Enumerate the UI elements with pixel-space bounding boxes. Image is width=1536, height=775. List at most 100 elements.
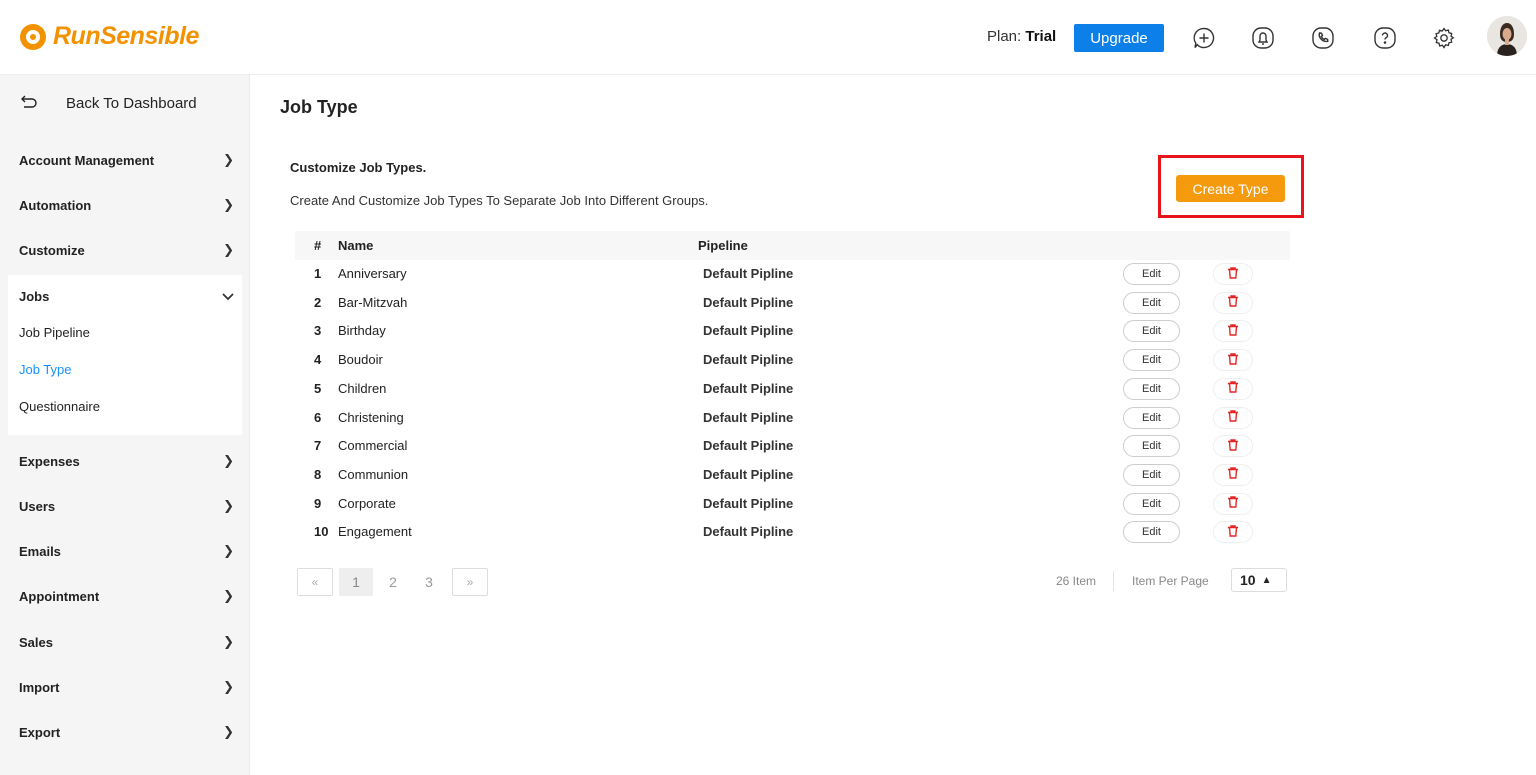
help-icon[interactable]	[1372, 25, 1398, 51]
row-pipeline: Default Pipline	[703, 466, 794, 482]
row-name: Commercial	[338, 438, 408, 454]
delete-button[interactable]	[1213, 263, 1253, 285]
chevron-right-icon: ❯	[223, 543, 234, 558]
trash-icon	[1226, 438, 1240, 455]
delete-button[interactable]	[1213, 349, 1253, 372]
sidebar-item-customize[interactable]: Customize ❯	[19, 240, 234, 260]
sidebar-item-account-management[interactable]: Account Management ❯	[19, 150, 234, 170]
page-title: Job Type	[280, 97, 358, 117]
edit-button[interactable]: Edit	[1123, 291, 1180, 314]
chevron-right-icon: ❯	[223, 679, 234, 694]
table-row: 7 Commercial Default Pipline Edit	[295, 432, 1290, 460]
sidebar-item-label: Users	[19, 498, 56, 514]
logo[interactable]: RunSensible	[20, 22, 199, 51]
sidebar-item-jobs[interactable]: Jobs	[19, 286, 234, 306]
delete-button[interactable]	[1213, 406, 1253, 429]
row-number: 1	[314, 266, 322, 281]
bell-icon[interactable]	[1250, 25, 1276, 51]
pagination-prev-button[interactable]: «	[297, 568, 333, 596]
edit-button[interactable]: Edit	[1123, 463, 1180, 486]
phone-icon[interactable]	[1310, 25, 1336, 51]
back-to-dashboard[interactable]: Back To Dashboard	[20, 93, 197, 113]
edit-button[interactable]: Edit	[1123, 492, 1180, 515]
avatar[interactable]	[1487, 16, 1527, 56]
table-row: 6 Christening Default Pipline Edit	[295, 404, 1290, 432]
add-icon[interactable]	[1191, 25, 1217, 51]
delete-button[interactable]	[1213, 377, 1253, 400]
delete-button[interactable]	[1213, 320, 1253, 343]
row-name: Communion	[338, 466, 409, 482]
delete-button[interactable]	[1213, 291, 1253, 314]
sidebar-item-label: Appointment	[19, 588, 100, 604]
sidebar-item-label: Customize	[19, 242, 85, 258]
logo-mark-icon	[20, 23, 46, 50]
chevron-down-icon	[222, 289, 234, 304]
row-pipeline: Default Pipline	[703, 524, 794, 540]
sidebar-item-emails[interactable]: Emails ❯	[19, 541, 234, 561]
trash-icon	[1226, 323, 1240, 340]
chevron-right-icon: ❯	[223, 453, 234, 468]
row-number: 8	[314, 466, 322, 482]
sidebar-subitem-job-type[interactable]: Job Type	[19, 362, 72, 377]
row-number: 4	[314, 352, 322, 368]
plan-value: Trial	[1025, 28, 1057, 45]
chevron-right-icon: ❯	[223, 724, 234, 739]
jobs-submenu: Jobs Job Pipeline Job Type Questionnaire	[8, 275, 242, 435]
table-row: 5 Children Default Pipline Edit	[295, 375, 1290, 403]
edit-button[interactable]: Edit	[1123, 521, 1180, 544]
sidebar-subitem-job-pipeline[interactable]: Job Pipeline	[19, 325, 90, 340]
create-type-button[interactable]: Create Type	[1176, 175, 1285, 202]
table-row: 10 Engagement Default Pipline Edit	[295, 518, 1290, 546]
back-arrow-icon	[20, 93, 38, 113]
upgrade-button[interactable]: Upgrade	[1074, 24, 1164, 52]
trash-icon	[1226, 495, 1240, 512]
items-per-page-select[interactable]: 10 ▲︎	[1231, 568, 1287, 592]
row-number: 9	[314, 495, 322, 511]
row-name: Anniversary	[338, 266, 407, 281]
chevron-right-icon: ❯	[223, 588, 234, 603]
row-pipeline: Default Pipline	[703, 323, 794, 339]
sidebar-item-appointment[interactable]: Appointment ❯	[19, 586, 234, 606]
delete-button[interactable]	[1213, 521, 1253, 544]
edit-button[interactable]: Edit	[1123, 435, 1180, 458]
row-name: Children	[338, 380, 387, 396]
row-name: Birthday	[338, 323, 386, 339]
sidebar-item-import[interactable]: Import ❯	[19, 677, 234, 697]
trash-icon	[1226, 466, 1240, 483]
sidebar-item-label: Automation	[19, 197, 92, 213]
row-name: Boudoir	[338, 352, 383, 368]
trash-icon	[1226, 524, 1240, 541]
pagination-page-1[interactable]: 1	[339, 568, 373, 596]
sidebar-item-users[interactable]: Users ❯	[19, 496, 234, 516]
column-header-pipeline: Pipeline	[698, 238, 748, 253]
sidebar-item-export[interactable]: Export ❯	[19, 722, 234, 742]
row-pipeline: Default Pipline	[703, 294, 794, 310]
edit-button[interactable]: Edit	[1123, 320, 1180, 343]
row-pipeline: Default Pipline	[703, 438, 794, 454]
trash-icon	[1226, 294, 1240, 311]
delete-button[interactable]	[1213, 492, 1253, 515]
pagination-page-2[interactable]: 2	[383, 568, 403, 596]
sidebar-item-automation[interactable]: Automation ❯	[19, 195, 234, 215]
pagination-page-3[interactable]: 3	[419, 568, 439, 596]
sidebar-item-sales[interactable]: Sales ❯	[19, 632, 234, 652]
row-name: Engagement	[338, 524, 412, 540]
edit-button[interactable]: Edit	[1123, 263, 1180, 285]
sidebar-item-expenses[interactable]: Expenses ❯	[19, 451, 234, 471]
edit-button[interactable]: Edit	[1123, 377, 1180, 400]
table-row: 2 Bar-Mitzvah Default Pipline Edit	[295, 289, 1290, 317]
delete-button[interactable]	[1213, 463, 1253, 486]
pagination-next-button[interactable]: »	[452, 568, 488, 596]
logo-text: RunSensible	[53, 22, 199, 50]
table-header: # Name Pipeline	[295, 231, 1290, 260]
sidebar-subitem-questionnaire[interactable]: Questionnaire	[19, 399, 100, 414]
gear-icon[interactable]	[1431, 25, 1457, 51]
section-description: Create And Customize Job Types To Separa…	[290, 193, 709, 208]
row-name: Bar-Mitzvah	[338, 294, 408, 310]
chevron-right-icon: ❯	[223, 197, 234, 212]
edit-button[interactable]: Edit	[1123, 406, 1180, 429]
edit-button[interactable]: Edit	[1123, 349, 1180, 372]
row-number: 6	[314, 409, 322, 425]
row-pipeline: Default Pipline	[703, 380, 794, 396]
delete-button[interactable]	[1213, 435, 1253, 458]
